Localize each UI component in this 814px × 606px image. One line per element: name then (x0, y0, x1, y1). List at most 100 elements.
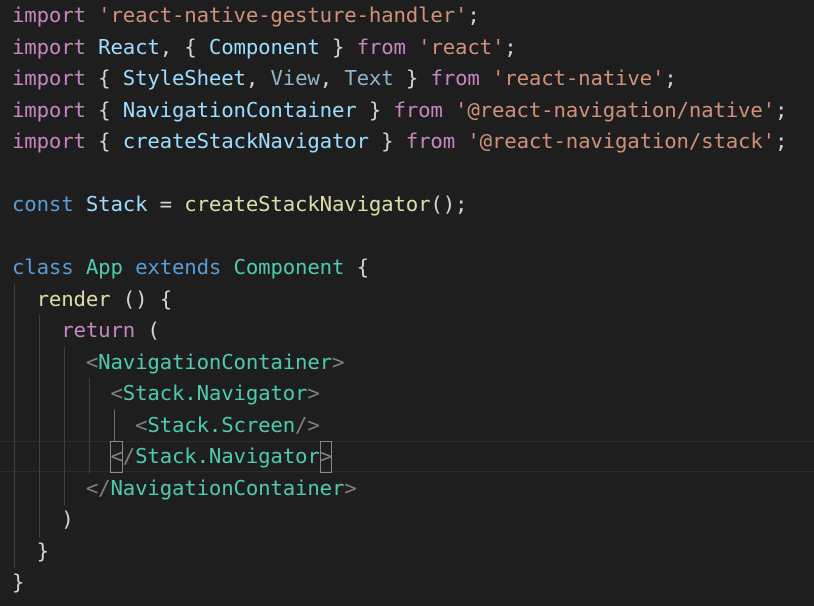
code-line-4[interactable]: import { NavigationContainer } from '@re… (12, 95, 787, 127)
code-line-7[interactable]: const Stack = createStackNavigator(); (12, 189, 467, 221)
string-literal: '@react-navigation/native' (455, 97, 775, 122)
tag-slash: / (122, 444, 136, 468)
punctuation: } (36, 538, 49, 563)
semicolon: ; (664, 66, 677, 90)
string-literal: 'react-native-gesture-handler' (98, 3, 468, 27)
punctuation: { (344, 255, 369, 279)
method-name: render (36, 286, 111, 311)
keyword-from: from (393, 97, 443, 122)
string-literal: '@react-navigation/stack' (467, 129, 775, 153)
jsx-tag-name: Stack.Screen (147, 412, 296, 437)
semicolon: ; (774, 97, 788, 122)
semicolon: ; (504, 34, 517, 59)
punctuation: { (85, 129, 123, 153)
keyword-const: const (12, 192, 74, 216)
punctuation: ) (61, 507, 74, 531)
identifier: Component (208, 34, 320, 59)
code-line-2[interactable]: import React, { Component } from 'react'… (12, 32, 517, 64)
code-line-18[interactable]: } (12, 536, 49, 568)
string-literal: 'react-native' (492, 66, 665, 90)
string-literal: 'react' (418, 34, 505, 59)
identifier: React (98, 34, 160, 59)
keyword-import: import (12, 34, 86, 59)
punctuation: } (393, 66, 431, 90)
keyword-extends: extends (135, 255, 222, 279)
code-line-10[interactable]: render () { (12, 284, 173, 316)
punctuation: } (368, 129, 406, 153)
function-call: createStackNavigator (184, 192, 431, 216)
tag-bracket: /> (295, 412, 320, 437)
code-line-16[interactable]: </NavigationContainer> (12, 473, 357, 505)
operator: = (147, 192, 185, 216)
tag-bracket: < (135, 412, 148, 437)
punctuation: , (245, 66, 271, 90)
keyword-import: import (12, 97, 86, 122)
keyword-return: return (61, 318, 136, 342)
identifier: StyleSheet (122, 66, 246, 90)
code-line-1[interactable]: import 'react-native-gesture-handler'; (12, 0, 480, 32)
keyword-import: import (12, 3, 86, 27)
tag-bracket: > (307, 381, 320, 405)
code-line-19[interactable]: } (12, 567, 24, 599)
tag-bracket: > (344, 475, 357, 500)
code-line-17[interactable]: ) (12, 504, 74, 536)
punctuation: ( (135, 318, 160, 342)
tag-bracket: </ (85, 475, 111, 500)
jsx-tag-name: Stack.Navigator (122, 381, 308, 405)
code-line-14[interactable]: <Stack.Screen/> (12, 410, 320, 442)
code-line-15[interactable]: </Stack.Navigator> (12, 441, 332, 473)
jsx-tag-name: Stack.Navigator (135, 444, 320, 468)
keyword-class: class (12, 255, 74, 279)
identifier: View (270, 66, 320, 90)
code-line-3[interactable]: import { StyleSheet, View, Text } from '… (12, 63, 677, 95)
keyword-from: from (405, 129, 456, 153)
jsx-tag-name: NavigationContainer (98, 349, 332, 374)
code-line-13[interactable]: <Stack.Navigator> (12, 378, 320, 410)
punctuation: } (319, 34, 357, 59)
code-line-12[interactable]: <NavigationContainer> (12, 347, 345, 379)
semicolon: ; (774, 129, 788, 153)
identifier: Text (344, 66, 394, 90)
code-line-9[interactable]: class App extends Component { (12, 252, 369, 284)
matched-bracket-close: > (319, 441, 332, 473)
punctuation: (); (430, 192, 468, 216)
code-line-11[interactable]: return ( (12, 315, 160, 347)
class-name: Component (233, 255, 345, 279)
tag-bracket: < (85, 349, 99, 374)
semicolon: ; (467, 3, 480, 27)
punctuation: { (85, 66, 123, 90)
keyword-from: from (430, 66, 480, 90)
identifier: createStackNavigator (122, 129, 369, 153)
matched-bracket-open: < (110, 441, 123, 473)
class-name: App (85, 255, 123, 279)
punctuation: , (319, 66, 345, 90)
tag-bracket: > (331, 349, 345, 374)
punctuation: , { (159, 34, 209, 59)
punctuation: } (356, 97, 394, 122)
punctuation: { (85, 97, 123, 122)
punctuation: () { (110, 286, 172, 311)
punctuation: } (12, 570, 25, 594)
code-editor[interactable]: import 'react-native-gesture-handler'; i… (0, 0, 814, 606)
keyword-import: import (12, 66, 86, 90)
code-line-5[interactable]: import { createStackNavigator } from '@r… (12, 126, 787, 158)
